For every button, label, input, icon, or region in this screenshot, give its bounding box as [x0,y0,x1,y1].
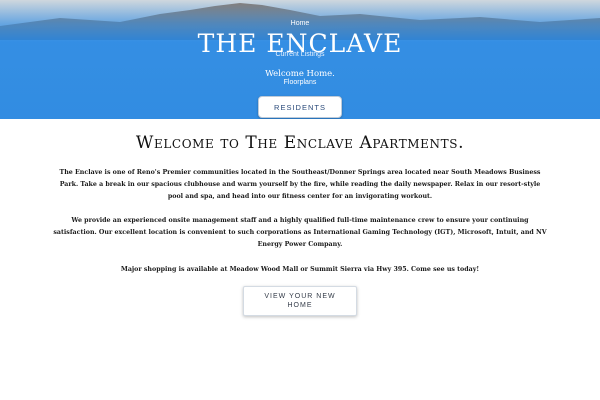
shopping-paragraph: Major shopping is available at Meadow Wo… [120,266,480,273]
page-heading: Welcome to The Enclave Apartments. [135,133,465,153]
nav-link-home[interactable]: Home [0,20,600,27]
view-new-home-button[interactable]: VIEW YOUR NEW HOME [243,286,357,316]
residents-button[interactable]: RESIDENTS [258,96,342,118]
hero-banner: Home THE ENCLAVE Current Listings Welcom… [0,0,600,119]
nav-link-current-listings[interactable]: Current Listings [0,51,600,58]
nav-link-floorplans[interactable]: Floorplans [0,79,600,86]
management-paragraph: We provide an experienced onsite managem… [53,217,547,249]
hero-tagline: Welcome Home. [265,69,335,79]
intro-paragraph: The Enclave is one of Reno's Premier com… [59,169,541,201]
